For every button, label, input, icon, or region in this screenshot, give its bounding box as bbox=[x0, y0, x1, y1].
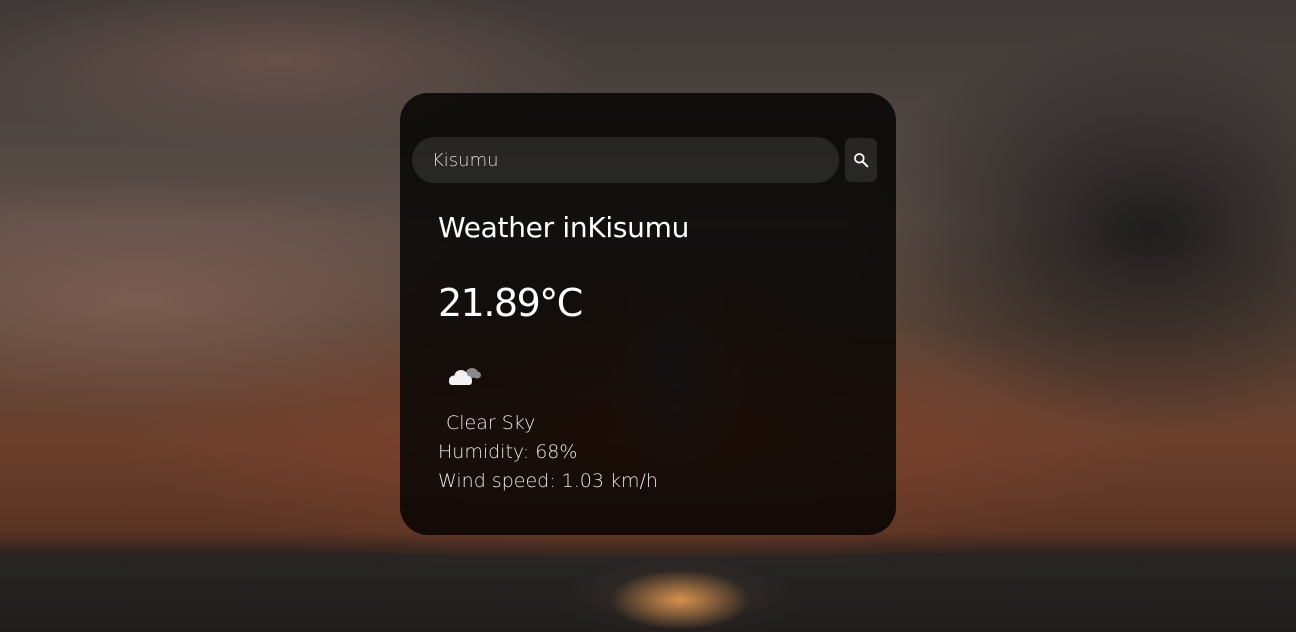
weather-title: Weather inKisumu bbox=[438, 211, 689, 244]
search-bar bbox=[412, 137, 877, 183]
search-button[interactable] bbox=[845, 138, 877, 182]
search-icon bbox=[854, 153, 869, 168]
humidity: Humidity: 68% bbox=[438, 441, 578, 463]
search-input[interactable] bbox=[412, 137, 839, 183]
cloud-icon bbox=[444, 361, 484, 391]
weather-card: Weather inKisumu 21.89°C Clear Sky Humid… bbox=[400, 93, 896, 535]
weather-description: Clear Sky bbox=[446, 412, 536, 434]
wind-speed: Wind speed: 1.03 km/h bbox=[438, 470, 658, 492]
weather-title-prefix: Weather in bbox=[438, 211, 588, 244]
sun-reflection bbox=[610, 570, 750, 632]
weather-title-city: Kisumu bbox=[587, 211, 690, 244]
temperature: 21.89°C bbox=[438, 281, 583, 325]
